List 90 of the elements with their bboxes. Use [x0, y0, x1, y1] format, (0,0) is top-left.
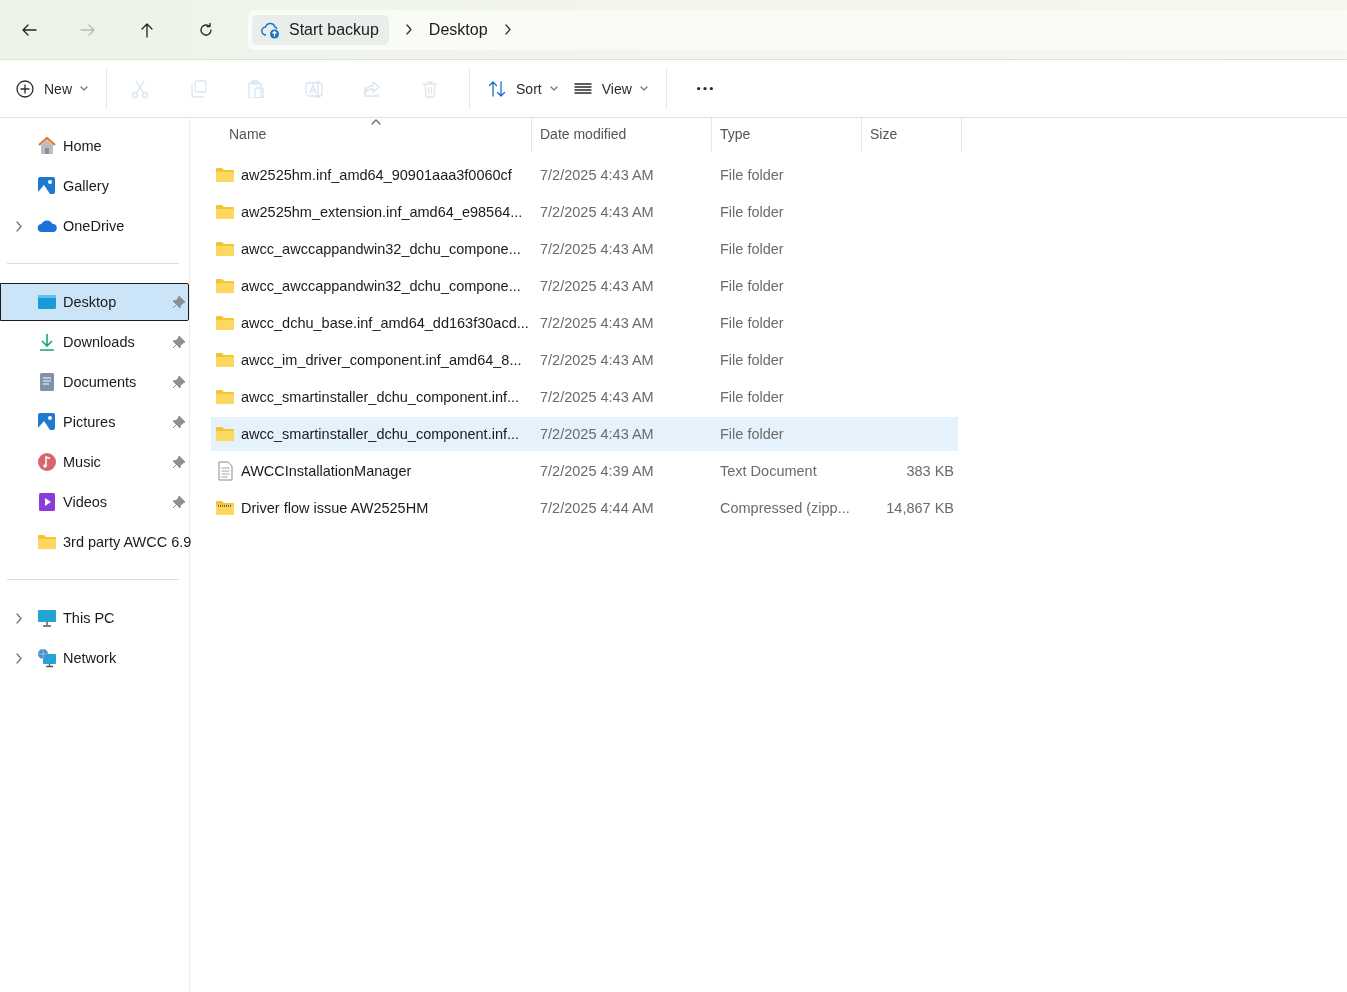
file-name: awcc_awccappandwin32_dchu_compone...	[241, 241, 521, 257]
download-icon	[37, 332, 57, 352]
file-size: 14,867 KB	[886, 500, 954, 516]
text-file-icon	[215, 461, 235, 481]
file-name: awcc_im_driver_component.inf_amd64_8...	[241, 352, 522, 368]
file-name: aw2525hm.inf_amd64_90901aaa3f0060cf	[241, 167, 512, 183]
picture-icon	[37, 176, 57, 196]
folder-icon	[215, 239, 235, 259]
folder-icon	[215, 165, 235, 185]
breadcrumb[interactable]: Desktop	[428, 20, 488, 39]
column-header[interactable]: Date modified	[532, 118, 712, 152]
sidebar-item[interactable]: Pictures	[0, 403, 189, 441]
folder-icon	[215, 350, 235, 370]
file-row[interactable]: awcc_im_driver_component.inf_amd64_8... 7/2/2025 4:43 AM File folder	[211, 343, 958, 377]
date-modified: 7/2/2025 4:43 AM	[540, 426, 654, 442]
picture-icon	[37, 412, 57, 432]
file-row[interactable]: awcc_smartinstaller_dchu_component.inf... 7/2/2025 4:43 AM File folder	[211, 380, 958, 414]
network-globe-icon	[37, 648, 57, 668]
file-row[interactable]: awcc_dchu_base.inf_amd64_dd163f30acd... 7/2/2025 4:43 AM File folder	[211, 306, 958, 340]
file-type: File folder	[720, 278, 784, 294]
file-type: File folder	[720, 204, 784, 220]
file-name: awcc_smartinstaller_dchu_component.inf...	[241, 426, 520, 442]
file-type: File folder	[720, 426, 784, 442]
caret-icon	[80, 86, 88, 91]
file-name: Driver flow issue AW2525HM	[241, 500, 429, 516]
file-type: File folder	[720, 389, 784, 405]
date-modified: 7/2/2025 4:43 AM	[540, 352, 654, 368]
column-header[interactable]: Type	[712, 118, 862, 152]
sidebar-item[interactable]: Videos	[0, 483, 189, 521]
zipped-folder-icon	[215, 498, 235, 518]
sort-button[interactable]: Sort	[480, 70, 566, 107]
file-name: AWCCInstallationManager	[241, 463, 412, 479]
document-icon	[37, 372, 57, 392]
view-button[interactable]: View	[565, 70, 656, 107]
folder-icon	[215, 313, 235, 333]
column-header[interactable]: Size	[862, 118, 962, 152]
sidebar-item[interactable]: Home	[0, 127, 189, 165]
sidebar-item[interactable]: Network	[0, 639, 189, 677]
file-name: awcc_smartinstaller_dchu_component.inf...	[241, 389, 520, 405]
file-type: File folder	[720, 315, 784, 331]
file-name: aw2525hm_extension.inf_amd64_e98564...	[241, 204, 523, 220]
music-note-icon	[37, 452, 57, 472]
sidebar-item[interactable]: Music	[0, 443, 189, 481]
column-header[interactable]: Name	[211, 118, 532, 152]
backup-button[interactable]: Start backup	[252, 14, 389, 45]
file-row[interactable]: awcc_awccappandwin32_dchu_compone... 7/2/2025 4:43 AM File folder	[211, 269, 958, 303]
folder-icon	[37, 532, 57, 552]
file-row[interactable]: aw2525hm.inf_amd64_90901aaa3f0060cf 7/2/2025 4:43 AM File folder	[211, 158, 958, 192]
date-modified: 7/2/2025 4:43 AM	[540, 167, 654, 183]
sidebar-item[interactable]: Desktop	[0, 283, 189, 321]
new-button[interactable]: New	[8, 70, 96, 107]
file-row[interactable]: Driver flow issue AW2525HM 7/2/2025 4:44 AM Compressed (zipp... 14,867 KB	[211, 491, 958, 525]
file-row[interactable]: awcc_awccappandwin32_dchu_compone... 7/2/2025 4:43 AM File folder	[211, 232, 958, 266]
date-modified: 7/2/2025 4:43 AM	[540, 315, 654, 331]
backup-label: Start backup	[289, 20, 379, 39]
date-modified: 7/2/2025 4:44 AM	[540, 500, 654, 516]
caret-icon	[639, 86, 648, 91]
file-name: awcc_dchu_base.inf_amd64_dd163f30acd...	[241, 315, 529, 331]
folder-icon	[215, 387, 235, 407]
date-modified: 7/2/2025 4:43 AM	[540, 241, 654, 257]
file-type: Compressed (zipp...	[720, 500, 850, 516]
file-type: File folder	[720, 352, 784, 368]
file-name: awcc_awccappandwin32_dchu_compone...	[241, 278, 521, 294]
date-modified: 7/2/2025 4:43 AM	[540, 389, 654, 405]
folder-icon	[215, 276, 235, 296]
sidebar-item[interactable]: Downloads	[0, 323, 189, 361]
file-row[interactable]: awcc_smartinstaller_dchu_component.inf... 7/2/2025 4:43 AM File folder	[211, 417, 958, 451]
file-row[interactable]: AWCCInstallationManager 7/2/2025 4:39 AM Text Document 383 KB	[211, 454, 958, 488]
desktop-icon	[37, 292, 57, 312]
file-type: Text Document	[720, 463, 817, 479]
file-row[interactable]: aw2525hm_extension.inf_amd64_e98564... 7/2/2025 4:43 AM File folder	[211, 195, 958, 229]
file-size: 383 KB	[906, 463, 954, 479]
cloud-upload-icon	[261, 20, 281, 39]
date-modified: 7/2/2025 4:43 AM	[540, 204, 654, 220]
sidebar-item[interactable]: 3rd party AWCC 6.9	[0, 523, 189, 561]
folder-icon	[215, 202, 235, 222]
date-modified: 7/2/2025 4:43 AM	[540, 278, 654, 294]
sidebar-item[interactable]: This PC	[0, 599, 189, 637]
monitor-icon	[37, 608, 57, 628]
sidebar-item[interactable]: OneDrive	[0, 207, 189, 245]
address-bar[interactable]: Start backup Desktop	[248, 9, 1347, 50]
sidebar-item[interactable]: Gallery	[0, 167, 189, 205]
sidebar-item[interactable]: Documents	[0, 363, 189, 401]
file-type: File folder	[720, 241, 784, 257]
file-type: File folder	[720, 167, 784, 183]
date-modified: 7/2/2025 4:39 AM	[540, 463, 654, 479]
caret-icon	[549, 86, 558, 91]
folder-icon	[215, 424, 235, 444]
house-icon	[37, 136, 57, 156]
video-icon	[37, 492, 57, 512]
